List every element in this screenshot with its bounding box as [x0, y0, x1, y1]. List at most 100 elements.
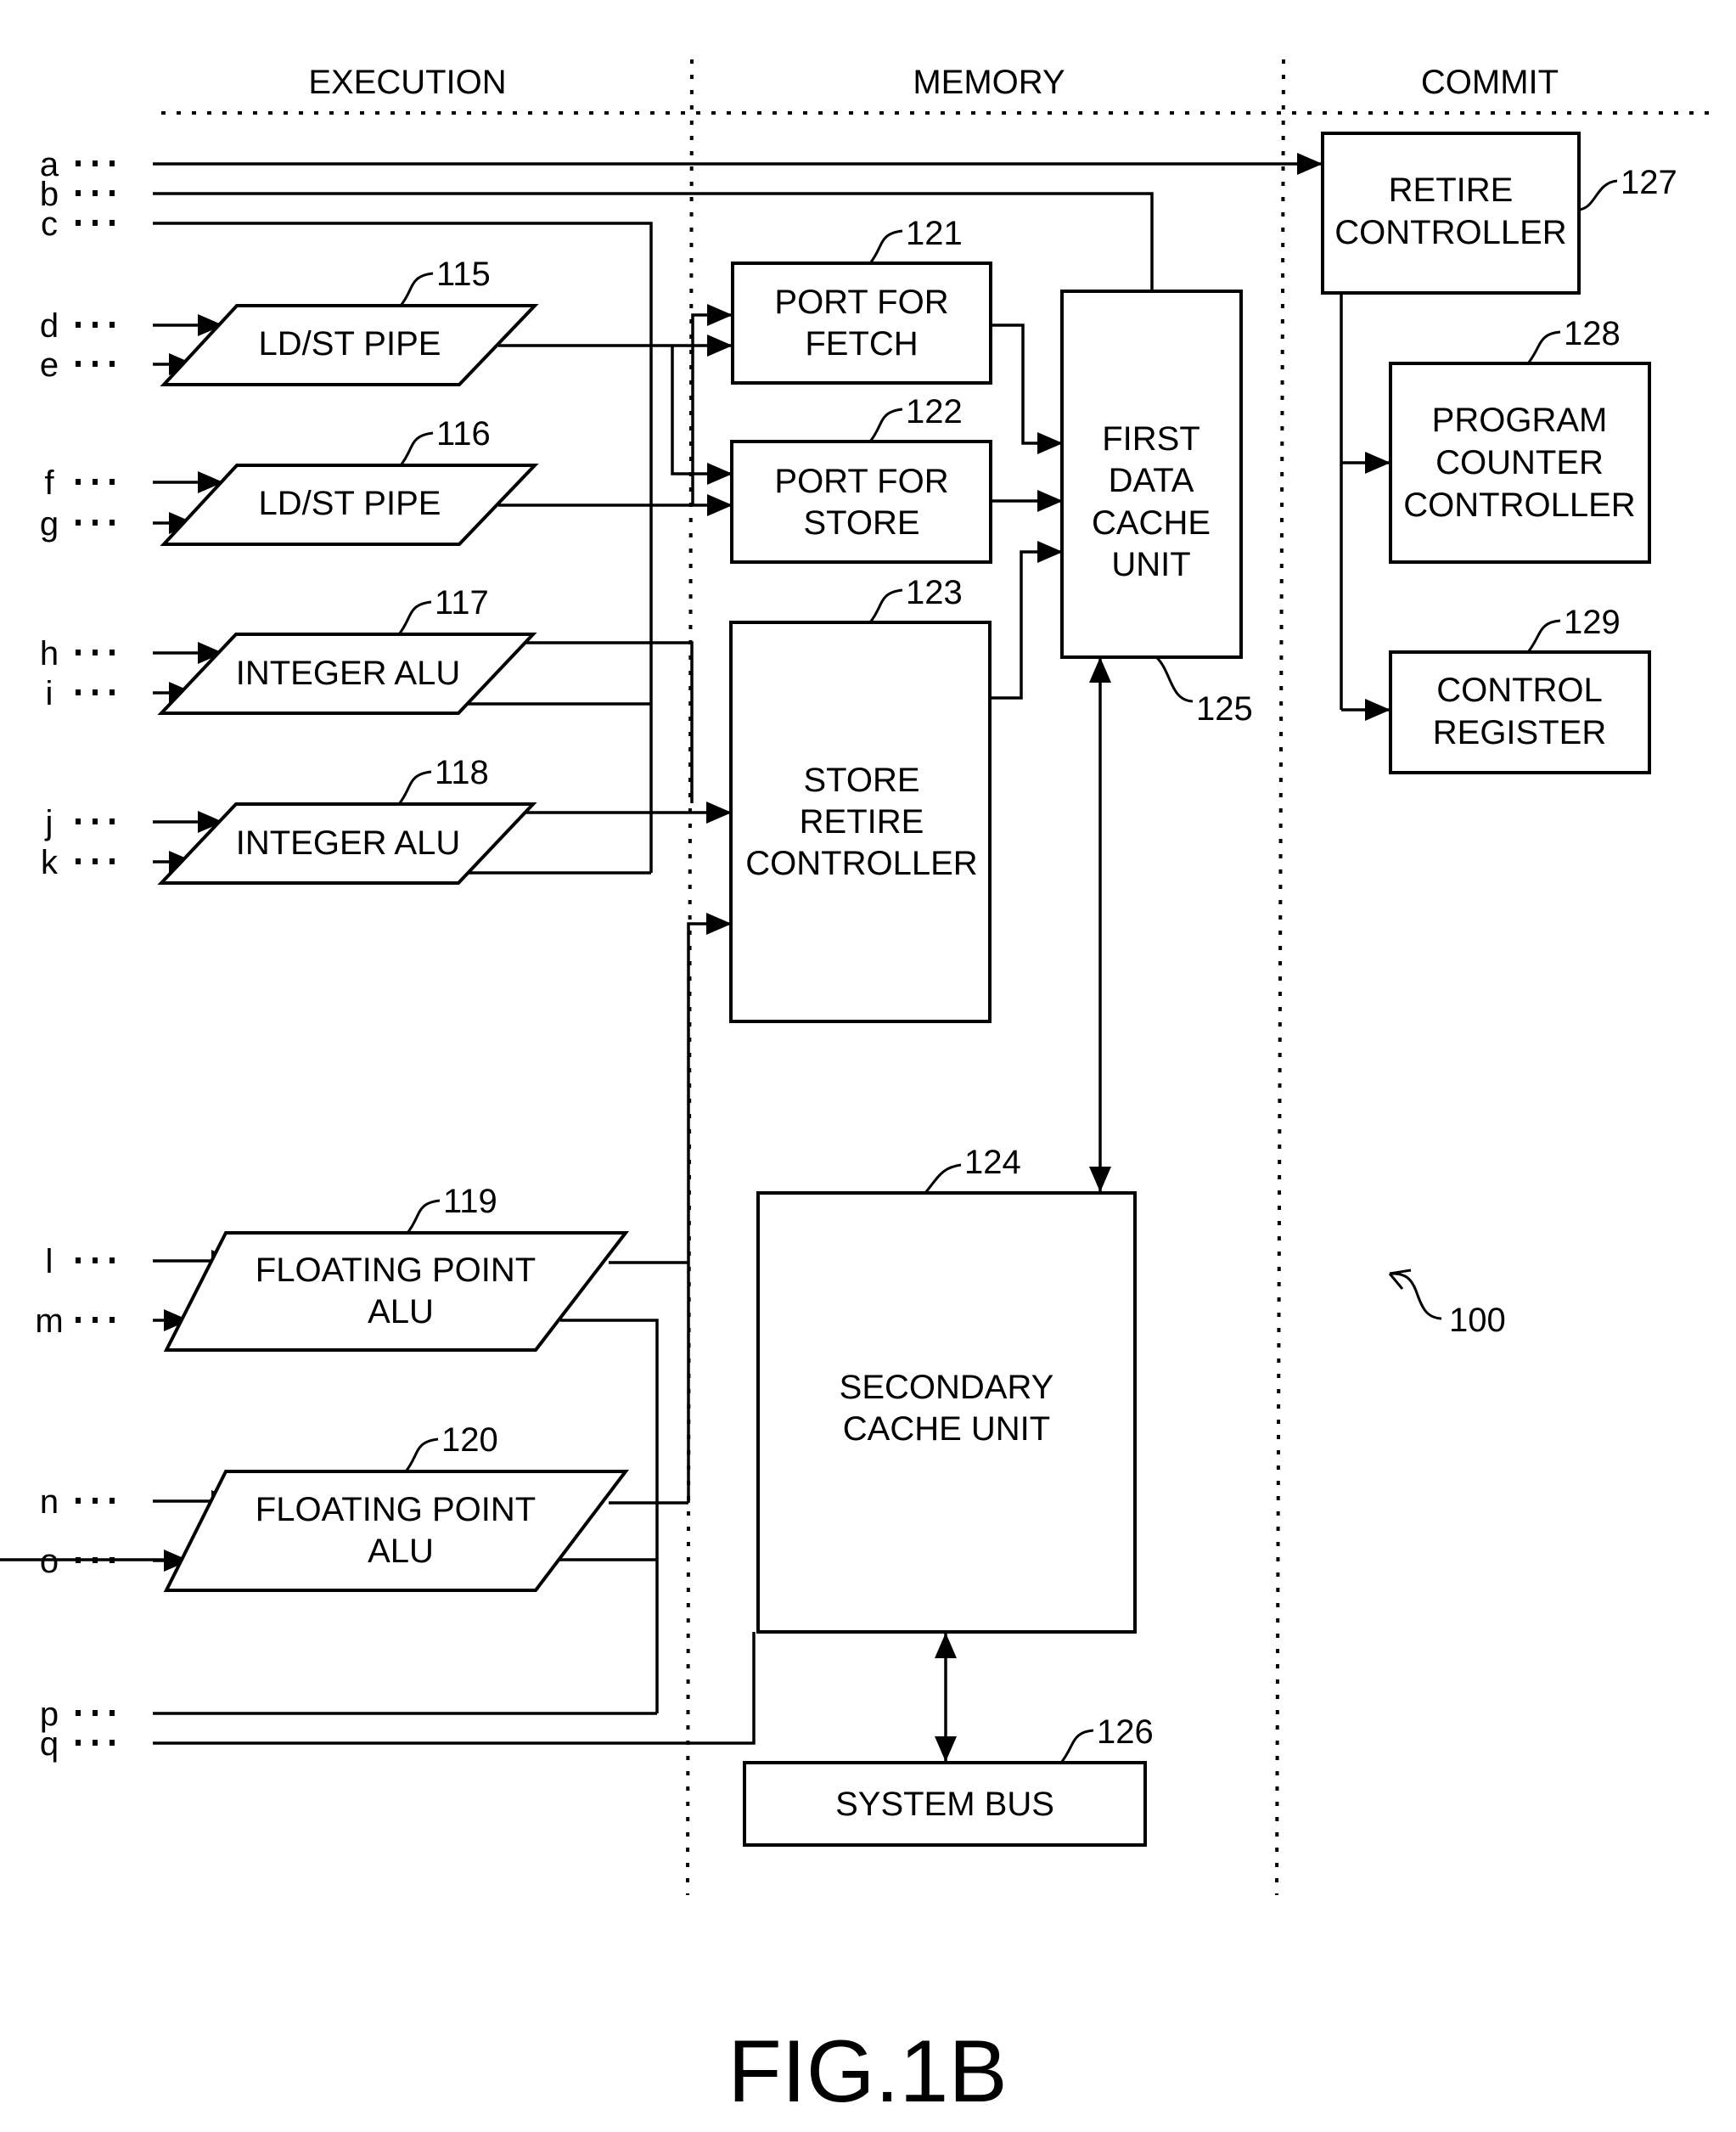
input-label-n: n [40, 1483, 59, 1521]
fp-alu-120-label-1: FLOATING POINT [256, 1491, 536, 1528]
input-ellipsis-dot [76, 1317, 81, 1323]
src-label-2: RETIRE [800, 803, 924, 841]
input-ellipsis-dot [93, 689, 98, 695]
figure-title: FIG.1B [728, 2022, 1007, 2121]
input-ellipsis-dot [76, 160, 81, 166]
fdcu-label-2: DATA [1109, 462, 1194, 499]
ref-126: 126 [1097, 1713, 1154, 1751]
input-ellipsis-dot [93, 818, 98, 824]
ref-115: 115 [436, 256, 491, 293]
input-ellipsis-dot [93, 1317, 98, 1323]
wire-fp-to-src [687, 913, 732, 1503]
input-ellipsis-dot [110, 689, 115, 695]
input-ellipsis-dot [93, 1740, 98, 1746]
input-ellipsis-dot [110, 650, 115, 655]
rc-label-2: CONTROLLER [1334, 214, 1566, 251]
input-ellipsis-dot [76, 361, 81, 367]
secondary-cache-label-2: CACHE UNIT [843, 1410, 1050, 1448]
input-label-l: l [46, 1243, 53, 1280]
input-label-i: i [46, 675, 53, 712]
secondary-cache-label-1: SECONDARY [840, 1369, 1054, 1406]
input-ellipsis-dot [76, 220, 81, 226]
input-ellipsis-dot [76, 689, 81, 695]
input-ellipsis-dot [93, 858, 98, 864]
wire-q [153, 1632, 756, 1745]
port-store-label-1: PORT FOR [774, 463, 948, 500]
ldst-pipe-115-label: LD/ST PIPE [259, 325, 441, 363]
fp-alu-119: FLOATING POINT ALU [163, 1231, 630, 1352]
system-bus-126: SYSTEM BUS [743, 1761, 1147, 1847]
cr-label-2: REGISTER [1433, 714, 1606, 751]
fdcu-label-3: CACHE [1092, 504, 1211, 542]
input-label-d: d [40, 307, 59, 345]
input-ellipsis-dot [76, 479, 81, 485]
input-ellipsis-dot [110, 361, 115, 367]
input-ellipsis-dot [110, 1710, 115, 1716]
port-fetch-label-1: PORT FOR [774, 284, 948, 321]
memory-commit-divider [1275, 59, 1285, 1896]
input-label-k: k [41, 844, 59, 881]
section-label-memory: MEMORY [913, 64, 1065, 101]
input-ellipsis-dot [110, 160, 115, 166]
input-ellipsis-dot [93, 160, 98, 166]
fp-alu-120: FLOATING POINT ALU [163, 1470, 630, 1592]
ref-116: 116 [436, 415, 491, 453]
rc-label-1: RETIRE [1389, 172, 1514, 209]
fp-alu-119-label-2: ALU [368, 1293, 434, 1330]
input-ellipsis-dot [93, 1710, 98, 1716]
port-for-store-122: PORT FOR STORE [730, 440, 992, 564]
retire-controller-127: RETIRE CONTROLLER [1321, 132, 1581, 295]
src-label-3: CONTROLLER [745, 845, 977, 882]
integer-alu-118: INTEGER ALU [157, 802, 537, 885]
input-ellipsis-dot [93, 1498, 98, 1504]
ref-100: 100 [1449, 1302, 1506, 1339]
fp-alu-119-label-1: FLOATING POINT [256, 1252, 536, 1289]
input-ellipsis-dot [76, 322, 81, 328]
input-ellipsis-dot [93, 520, 98, 526]
input-ellipsis-dot [110, 520, 115, 526]
input-ellipsis-dot [110, 479, 115, 485]
integer-alu-118-label: INTEGER ALU [236, 824, 461, 862]
input-ellipsis-dot [110, 322, 115, 328]
wire-bus-to-fetch [691, 304, 733, 505]
input-ellipsis-dot [76, 190, 81, 196]
integer-alu-117-label: INTEGER ALU [236, 655, 461, 692]
input-signals: abcdefghijklmnopq [35, 146, 115, 1763]
ref-125: 125 [1196, 690, 1253, 728]
input-ellipsis-dot [110, 1317, 115, 1323]
section-label-execution: EXECUTION [308, 64, 506, 101]
input-label-j: j [45, 804, 53, 841]
input-ellipsis-dot [110, 1257, 115, 1263]
ref-119: 119 [443, 1183, 497, 1220]
cr-label-1: CONTROL [1436, 672, 1603, 709]
src-label-1: STORE [803, 762, 919, 799]
store-retire-controller-123: STORE RETIRE CONTROLLER [729, 621, 992, 1023]
port-fetch-label-2: FETCH [805, 325, 918, 363]
first-data-cache-unit-125: FIRST DATA CACHE UNIT [1060, 290, 1243, 659]
program-counter-controller-128: PROGRAM COUNTER CONTROLLER [1389, 362, 1651, 564]
ref-128: 128 [1564, 315, 1621, 352]
pcc-label-3: CONTROLLER [1403, 487, 1635, 524]
wire-117-out-1 [520, 641, 694, 803]
input-ellipsis-dot [110, 818, 115, 824]
input-label-h: h [40, 635, 59, 672]
fdcu-label-4: UNIT [1111, 546, 1190, 583]
input-ellipsis-dot [93, 190, 98, 196]
input-ellipsis-dot [93, 650, 98, 655]
input-label-e: e [40, 346, 59, 384]
input-ellipsis-dot [110, 858, 115, 864]
wire-115-to-store [671, 346, 733, 485]
ref-117: 117 [435, 584, 489, 622]
ref-124: 124 [964, 1144, 1021, 1181]
input-ellipsis-dot [93, 479, 98, 485]
ldst-pipe-116-label: LD/ST PIPE [259, 485, 441, 522]
pcc-label-2: COUNTER [1435, 444, 1604, 481]
input-label-c: c [41, 205, 58, 243]
processor-block-diagram: .arr { marker-end: url(#ahBig); } EXECUT… [0, 59, 1711, 2121]
ldst-pipe-115: LD/ST PIPE [160, 304, 539, 386]
section-label-commit: COMMIT [1421, 64, 1559, 101]
figure-reference-100: 100 [1388, 1269, 1506, 1339]
input-ellipsis-dot [110, 1740, 115, 1746]
ref-118: 118 [435, 754, 489, 791]
input-label-f: f [44, 464, 54, 502]
